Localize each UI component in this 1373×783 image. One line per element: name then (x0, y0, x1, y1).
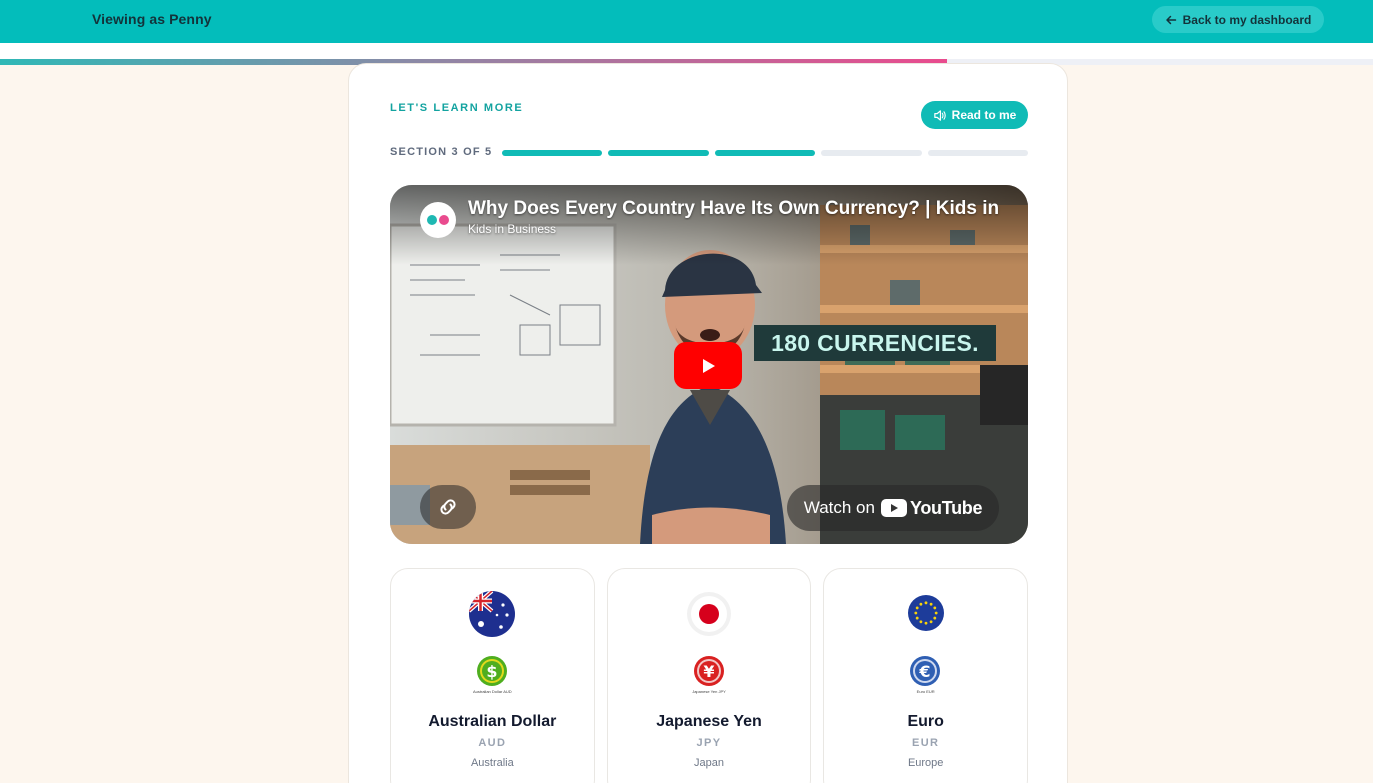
section-segment-4 (821, 150, 922, 156)
japan-flag-icon (686, 592, 731, 636)
link-icon (440, 499, 456, 515)
viewing-as-label: Viewing as Penny (92, 11, 212, 27)
currency-card-jpy[interactable]: ¥ Japanese Yen JPY Japanese Yen JPY Japa… (606, 568, 812, 783)
header-spacer (0, 43, 1373, 59)
australia-flag-icon (469, 591, 515, 637)
yen-coin-icon: ¥ (693, 656, 724, 686)
coin-symbol: ¥ (703, 662, 714, 681)
currency-card-eur[interactable]: € Euro EUR Euro EUR Europe (823, 568, 1029, 783)
back-button-label: Back to my dashboard (1182, 12, 1312, 27)
section-progress (502, 150, 1029, 156)
currency-region: Australia (470, 757, 514, 769)
currency-code: AUD (478, 737, 507, 749)
coin-caption: Japanese Yen JPY (692, 689, 726, 694)
read-to-me-button[interactable]: Read to me (921, 101, 1028, 129)
section-eyebrow: LET'S LEARN MORE (390, 102, 524, 114)
section-segment-2 (608, 150, 709, 156)
section-segment-1 (502, 150, 603, 156)
watch-on-youtube-button[interactable]: Watch on YouTube (787, 485, 999, 531)
currency-region: Europe (907, 757, 944, 769)
currency-code: EUR (911, 737, 940, 749)
dollar-coin-icon: $ (477, 656, 507, 686)
section-segment-3 (714, 150, 816, 156)
youtube-wordmark: YouTube (909, 497, 983, 518)
play-icon (703, 358, 715, 373)
video-player[interactable]: Why Does Every Country Have Its Own Curr… (390, 185, 1028, 544)
top-bar: Viewing as Penny Back to my dashboard (0, 0, 1373, 43)
currency-region: Japan (694, 757, 724, 769)
coin-caption: Euro EUR (916, 689, 935, 694)
video-channel-name[interactable]: Kids in Business (468, 222, 556, 236)
section-counter: SECTION 3 OF 5 (390, 146, 493, 158)
copy-link-button[interactable] (420, 485, 476, 529)
arrow-left-icon (1165, 15, 1176, 24)
coin-caption: Australian Dollar AUD (472, 689, 512, 694)
currency-name: Euro (907, 713, 944, 730)
watch-on-label: Watch on (803, 498, 875, 517)
currency-name: Japanese Yen (656, 713, 762, 730)
euro-coin-icon: € (910, 656, 941, 686)
read-to-me-label: Read to me (951, 108, 1017, 122)
eu-flag-icon (908, 595, 945, 631)
video-title[interactable]: Why Does Every Country Have Its Own Curr… (468, 198, 1008, 220)
currency-code: JPY (696, 737, 722, 749)
video-banner-text: 180 CURRENCIES. (754, 325, 996, 361)
currency-name: Australian Dollar (428, 713, 557, 730)
section-segment-5 (927, 150, 1029, 156)
currency-card-aud[interactable]: $ Australian Dollar AUD Australian Dolla… (390, 568, 595, 783)
speaker-icon (933, 109, 946, 121)
coin-symbol: € (919, 662, 931, 681)
youtube-logo-icon: YouTube (880, 497, 983, 519)
currency-cards: $ Australian Dollar AUD Australian Dolla… (390, 568, 1029, 783)
play-button[interactable] (674, 342, 742, 389)
coin-symbol: $ (486, 662, 497, 681)
lesson-card: LET'S LEARN MORE Read to me SECTION 3 OF… (348, 63, 1068, 783)
back-to-dashboard-button[interactable]: Back to my dashboard (1152, 6, 1324, 33)
channel-logo[interactable] (420, 202, 456, 238)
